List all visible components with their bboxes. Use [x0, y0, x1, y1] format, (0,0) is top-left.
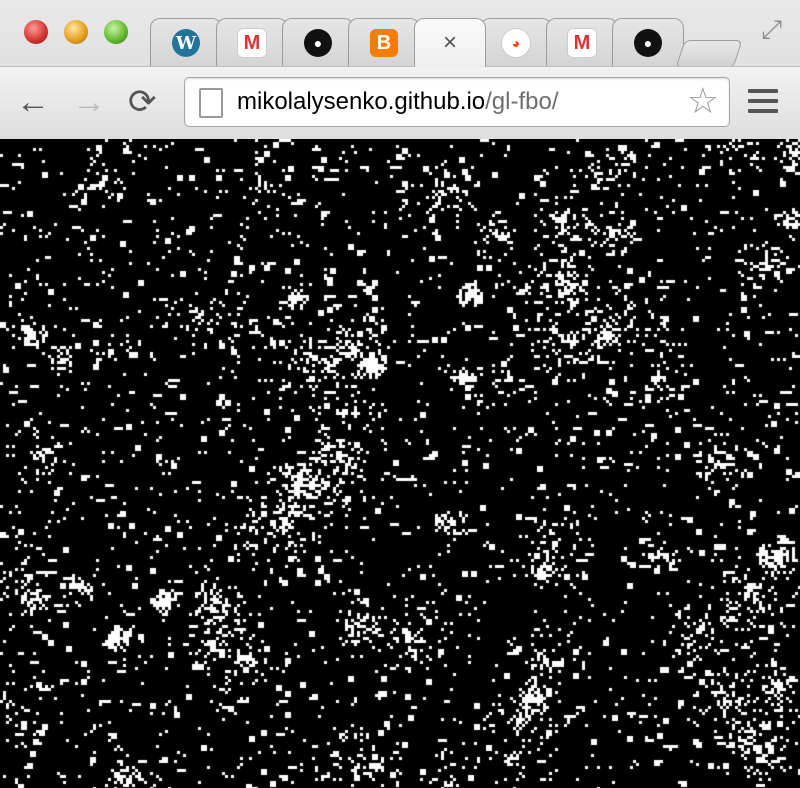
github-icon: ● [634, 29, 662, 57]
forward-icon[interactable]: → [72, 85, 106, 119]
tab-github[interactable]: ● [282, 18, 354, 67]
menu-icon[interactable] [748, 89, 778, 119]
reload-icon[interactable]: ⟳ [128, 85, 157, 119]
page-icon [199, 88, 223, 118]
toolbar: ← → ⟳ mikolalysenko.github.io/gl-fbo/ ☆ [0, 66, 800, 139]
tab-reddit[interactable]: ◕ [480, 18, 552, 67]
new-tab-button[interactable] [675, 40, 743, 68]
wordpress-icon: W [172, 29, 200, 57]
gmail-icon: M [567, 28, 597, 58]
tab-strip: W M ● B × ◕ M ● [150, 14, 750, 68]
close-window-button[interactable] [24, 20, 48, 44]
game-of-life-canvas[interactable] [0, 139, 800, 788]
tab-active[interactable]: × [414, 18, 486, 67]
browser-chrome: W M ● B × ◕ M ● ⤢ ← → ⟳ mikolalysenko.gi… [0, 0, 800, 139]
reddit-icon: ◕ [501, 28, 531, 58]
url-path: /gl-fbo/ [485, 88, 559, 115]
tab-gmail-2[interactable]: M [546, 18, 618, 67]
blogger-icon: B [370, 29, 398, 57]
zoom-window-button[interactable] [104, 20, 128, 44]
tab-wordpress[interactable]: W [150, 18, 222, 67]
minimize-window-button[interactable] [64, 20, 88, 44]
url-text[interactable]: mikolalysenko.github.io/gl-fbo/ [237, 88, 559, 116]
url-host: mikolalysenko.github.io [237, 88, 486, 115]
back-icon[interactable]: ← [16, 85, 50, 119]
bookmark-star-icon[interactable]: ☆ [687, 82, 719, 120]
fullscreen-icon[interactable]: ⤢ [761, 14, 782, 46]
tab-github-2[interactable]: ● [612, 18, 684, 67]
gmail-icon: M [237, 28, 267, 58]
github-icon: ● [304, 29, 332, 57]
close-tab-icon[interactable]: × [443, 29, 457, 57]
tab-gmail[interactable]: M [216, 18, 288, 67]
address-bar[interactable]: mikolalysenko.github.io/gl-fbo/ ☆ [184, 77, 730, 127]
tab-blogger[interactable]: B [348, 18, 420, 67]
